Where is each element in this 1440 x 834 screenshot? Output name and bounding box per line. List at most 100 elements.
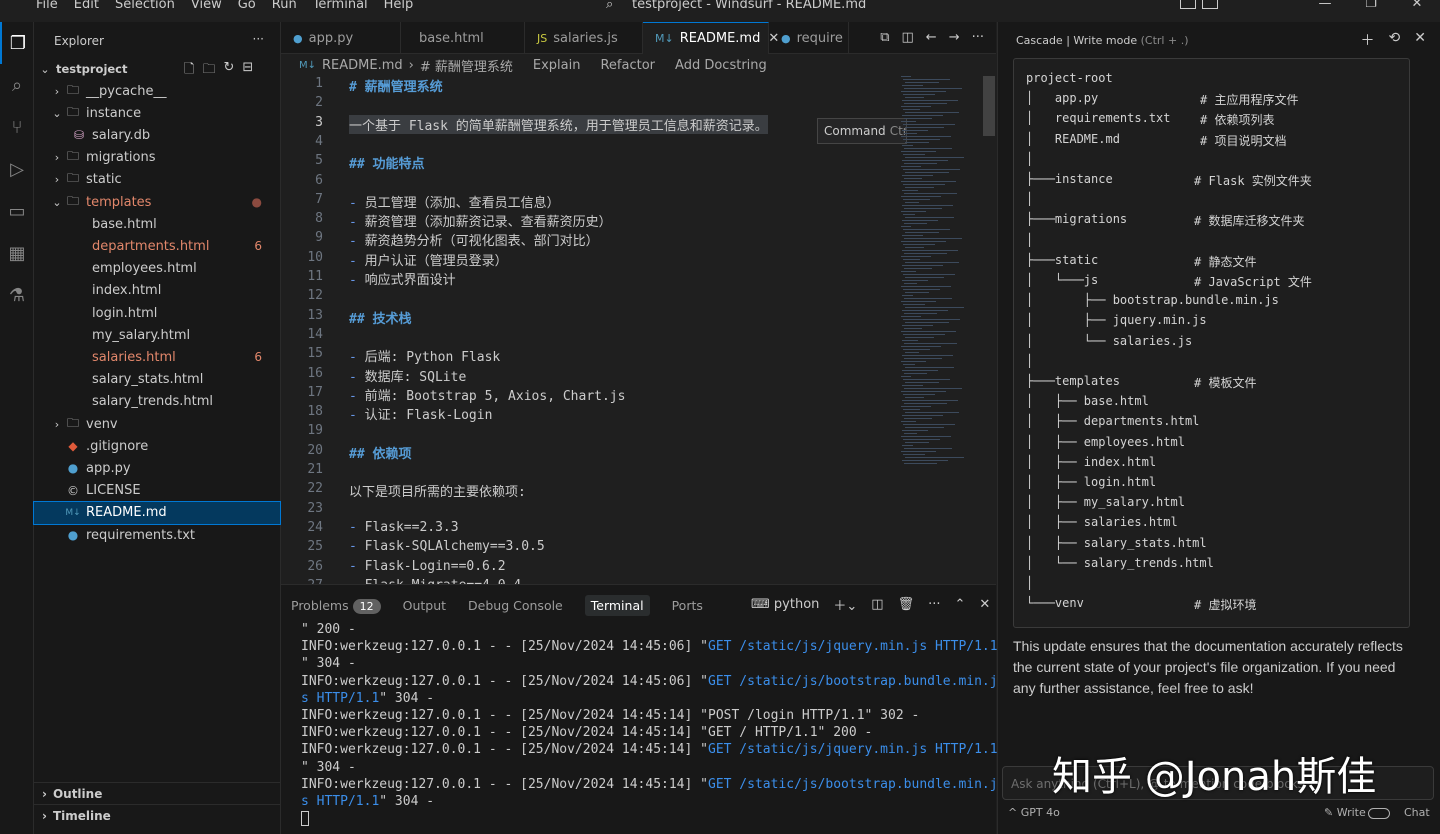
tree-item[interactable]: login.html — [34, 302, 280, 324]
write-mode[interactable]: ✎ Write — [1324, 806, 1366, 819]
tree-item[interactable]: salaries.html 6 — [34, 346, 280, 368]
tab-terminal[interactable]: Terminal — [584, 595, 650, 616]
panel-tabs: Problems 12 Output Debug Console Terminal… — [291, 595, 703, 616]
tree-item[interactable]: › 🗀 static — [34, 169, 280, 191]
collapse-all-icon[interactable]: ⊟ — [242, 60, 253, 82]
tab-base-html[interactable]: base.html — [401, 22, 525, 54]
tree-item[interactable]: ◆ .gitignore — [34, 435, 280, 457]
tab-app-py[interactable]: ● app.py — [281, 22, 401, 54]
close-icon[interactable]: ✕ — [1414, 30, 1426, 50]
command-hint[interactable]: Command Ctrl — [817, 118, 907, 144]
explorer-icon[interactable]: ❐ — [0, 22, 34, 64]
tree-line: │ ├── salaries.html — [1026, 515, 1178, 530]
menu-item-terminal[interactable]: Terminal — [313, 0, 368, 12]
menu-item-file[interactable]: File — [36, 0, 58, 12]
tab-ports[interactable]: Ports — [672, 598, 703, 613]
tree-item[interactable]: base.html — [34, 213, 280, 235]
tree-item[interactable]: ⌄ 🗀 templates ● — [34, 191, 280, 213]
minimap-line — [904, 268, 932, 269]
breadcrumb-file[interactable]: README.md — [322, 58, 403, 73]
tree-item[interactable]: departments.html 6 — [34, 235, 280, 257]
terminal-output[interactable]: " 200 - INFO:werkzeug:127.0.0.1 - - [25/N… — [301, 621, 998, 810]
tree-item[interactable]: ⌄ 🗀 instance — [34, 102, 280, 124]
menu-item-run[interactable]: Run — [272, 0, 297, 12]
timeline-section[interactable]: › Timeline — [34, 804, 280, 826]
new-file-icon[interactable]: 🗋 — [184, 60, 194, 82]
refactor-action[interactable]: Refactor — [600, 58, 655, 73]
search-icon[interactable]: ⌕ — [0, 64, 34, 106]
chevron-down-icon: ⌄ — [40, 62, 50, 76]
tab-problems[interactable]: Problems 12 — [291, 598, 381, 614]
go-forward-icon[interactable]: → — [949, 30, 960, 45]
menu-item-edit[interactable]: Edit — [74, 0, 99, 12]
remote-explorer-icon[interactable]: ▭ — [0, 190, 34, 232]
more-actions-icon[interactable]: ··· — [928, 597, 940, 612]
source-control-icon[interactable]: ⑂ — [0, 106, 34, 148]
new-terminal-icon[interactable]: ＋⌄ — [833, 595, 857, 614]
toggle-sidebar-icon[interactable] — [1180, 0, 1196, 9]
split-terminal-icon[interactable]: ◫ — [871, 597, 883, 612]
toggle-panel-icon[interactable] — [1202, 0, 1218, 9]
menu-item-selection[interactable]: Selection — [115, 0, 175, 12]
tree-item[interactable]: employees.html — [34, 258, 280, 280]
tab-salaries-js[interactable]: JS salaries.js — [525, 22, 643, 54]
history-icon[interactable]: ⟲ — [1389, 30, 1401, 50]
new-chat-icon[interactable]: ＋ — [1361, 30, 1375, 50]
minimap-line — [901, 271, 916, 272]
minimize-icon[interactable]: — — [1302, 0, 1348, 11]
go-back-icon[interactable]: ← — [926, 30, 937, 45]
tree-item[interactable]: ● app.py — [34, 457, 280, 479]
tab-debug-console[interactable]: Debug Console — [468, 598, 563, 613]
chevron-right-icon: › — [42, 786, 47, 801]
editor-scrollbar[interactable] — [983, 76, 995, 136]
tree-item[interactable]: salary_stats.html — [34, 369, 280, 391]
kill-terminal-icon[interactable]: 🗑 — [898, 597, 915, 612]
testing-icon[interactable]: ⚗ — [0, 274, 34, 316]
tree-item[interactable]: my_salary.html — [34, 324, 280, 346]
model-name: GPT 4o — [1020, 806, 1060, 819]
minimap-line — [905, 202, 919, 203]
code-editor[interactable]: 1 # 薪酬管理系统 2 3 一个基于 Flask 的简单薪酬管理系统，用于管理员工信息… — [281, 76, 996, 584]
outline-section[interactable]: › Outline — [34, 782, 280, 804]
tree-item[interactable]: › 🗀 venv — [34, 413, 280, 435]
restore-icon[interactable]: ❐ — [1348, 0, 1394, 11]
more-actions-icon[interactable]: ··· — [253, 32, 264, 46]
open-preview-icon[interactable]: ⧉ — [880, 30, 889, 45]
add-docstring-action[interactable]: Add Docstring — [675, 58, 767, 73]
model-selector[interactable]: ^ GPT 4o — [1008, 806, 1060, 819]
tab-output[interactable]: Output — [403, 598, 446, 613]
search-icon[interactable]: ⌕ — [606, 0, 613, 12]
more-actions-icon[interactable]: ··· — [972, 30, 984, 45]
maximize-panel-icon[interactable]: ⌃ — [955, 597, 966, 612]
tree-item[interactable]: salary_trends.html — [34, 391, 280, 413]
menu-item-go[interactable]: Go — [238, 0, 256, 12]
tree-item[interactable]: © LICENSE — [34, 480, 280, 502]
close-icon[interactable]: ✕ — [1394, 0, 1440, 11]
tab-require[interactable]: ● require — [769, 22, 849, 54]
menu-item-view[interactable]: View — [191, 0, 222, 12]
new-folder-icon[interactable]: 🗀 — [202, 60, 215, 82]
window-controls: — ❐ ✕ — [1302, 0, 1440, 11]
tree-item[interactable]: › 🗀 __pycache__ — [34, 80, 280, 102]
split-editor-icon[interactable]: ◫ — [901, 30, 913, 45]
refresh-icon[interactable]: ↻ — [223, 60, 234, 82]
tab-readme-md[interactable]: M↓ README.md ✕ — [643, 22, 779, 54]
mode-toggle[interactable] — [1368, 808, 1390, 819]
menu-item-help[interactable]: Help — [384, 0, 414, 12]
extensions-icon[interactable]: ▦ — [0, 232, 34, 274]
tree-item[interactable]: ⛁ salary.db — [34, 124, 280, 146]
tree-item[interactable]: › 🗀 migrations — [34, 147, 280, 169]
breadcrumb-section[interactable]: # 薪酬管理系统 — [420, 56, 513, 75]
tab-label: app.py — [308, 30, 354, 46]
tree-item[interactable]: ● requirements.txt — [34, 524, 280, 546]
run-debug-icon[interactable]: ▷ — [0, 148, 34, 190]
tree-line: │ ├── login.html — [1026, 475, 1157, 489]
minimap[interactable] — [901, 76, 981, 476]
terminal-selector[interactable]: ⌨ python — [751, 597, 819, 612]
tree-item[interactable]: index.html — [34, 280, 280, 302]
line-number: 17 — [307, 384, 323, 400]
explain-action[interactable]: Explain — [533, 58, 581, 73]
tree-item[interactable]: M↓ README.md — [33, 500, 281, 525]
chat-label[interactable]: Chat — [1404, 806, 1430, 819]
close-panel-icon[interactable]: ✕ — [979, 597, 990, 612]
